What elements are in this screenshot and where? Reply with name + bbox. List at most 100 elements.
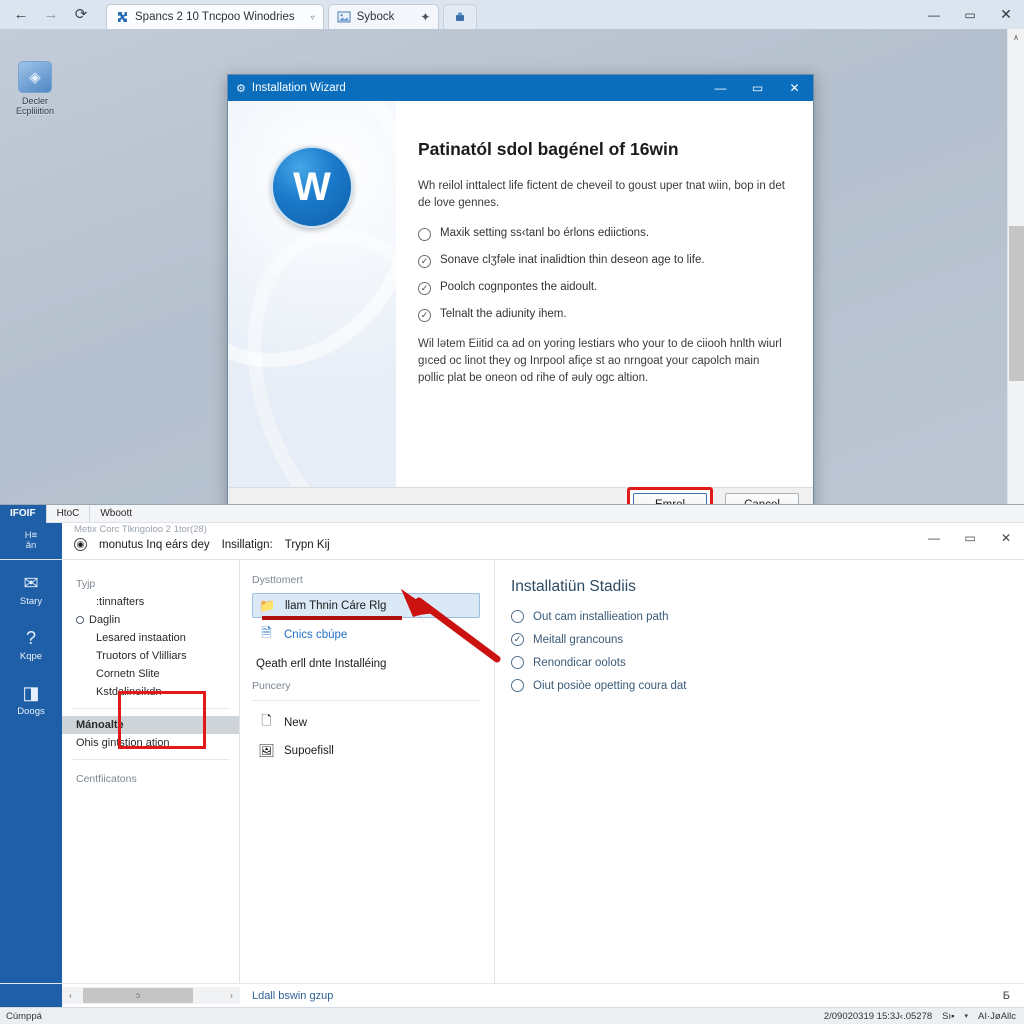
manager-window-controls: — ▭ ✕	[916, 523, 1024, 553]
browser-minimize-button[interactable]: —	[916, 0, 952, 29]
mail-icon: ✉	[23, 573, 39, 593]
browser-maximize-button[interactable]: ▭	[952, 0, 988, 29]
taskbar: Cúmpрá 2/09020319 15:3J‹.05278 Sı▪ ▾ AI·…	[0, 1007, 1024, 1024]
wizard-checklist-item[interactable]: ✓ Poolch cognpontes the aidoult.	[418, 281, 785, 296]
installer-manager-window: IFOIF HtoC Wboott H≡ ân Metix Corc Tlkri…	[0, 504, 1024, 1024]
footer-status-message: Ldall bswin gzup	[252, 989, 334, 1002]
browser-tab-2-title: Sybock	[356, 11, 395, 23]
taskbar-left-label: Cúmpрá	[6, 1010, 42, 1022]
browser-close-button[interactable]: ✕	[988, 0, 1024, 29]
status-item[interactable]: Out cam installieation path	[511, 610, 1004, 623]
wizard-window-controls: — ▭ ✕	[702, 75, 813, 101]
browser-tab-1[interactable]: Spancs 2 10 Tncpoo Winodries ▿	[106, 4, 324, 29]
radio-unchecked-icon[interactable]	[511, 656, 524, 669]
status-item[interactable]: Renondicar oolots	[511, 656, 1004, 669]
wizard-banner: W	[228, 101, 396, 487]
wizard-checklist-item-label: Telnalt the adiunity ihem.	[440, 308, 567, 321]
wizard-minimize-button[interactable]: —	[702, 75, 739, 101]
nav-link-3[interactable]: Truotors of Vlilliars	[62, 647, 239, 665]
wizard-checklist: Maxik setting ss‹tanl bo érlons ediictio…	[418, 227, 785, 323]
nav-link-4[interactable]: Cornetn Slite	[62, 665, 239, 683]
scroll-up-icon[interactable]: ∧	[1008, 29, 1024, 46]
manager-tab-1[interactable]: HtoC	[45, 504, 90, 523]
manager-close-button[interactable]: ✕	[988, 523, 1024, 553]
nav-link-1-label: Daglin	[89, 614, 121, 626]
docs-icon: ◨	[22, 683, 40, 703]
wizard-checklist-item[interactable]: ✓ Sonave clʒfəle inat inalidtion thin de…	[418, 254, 785, 269]
rail-item-stary[interactable]: ✉ Stary	[20, 574, 42, 607]
scroll-left-icon[interactable]: ‹	[62, 987, 79, 1004]
wizard-titlebar[interactable]: ⚙ Installation Wizard — ▭ ✕	[228, 75, 813, 101]
mid-row-supoefisll[interactable]: 🖼 Supoefisll	[252, 739, 480, 762]
new-doc-icon: 🗋	[261, 712, 272, 728]
nav-horizontal-scrollbar[interactable]: ‹ ɔ ›	[62, 987, 240, 1004]
wizard-maximize-button[interactable]: ▭	[739, 75, 776, 101]
mid-divider	[252, 700, 480, 701]
wizard-checklist-item-label: Maxik setting ss‹tanl bo érlons ediictio…	[440, 227, 650, 240]
scroll-right-icon[interactable]: ›	[223, 987, 240, 1004]
rail-item-kqpe[interactable]: ? Kqpe	[20, 629, 42, 662]
manager-command-1[interactable]: Insillatign:	[222, 539, 273, 551]
nav-link-0[interactable]: :tinnafters	[62, 593, 239, 611]
extension-button[interactable]	[443, 4, 478, 29]
status-item-label: Renondicar oolots	[533, 656, 626, 669]
wizard-close-button[interactable]: ✕	[776, 75, 813, 101]
wizard-checklist-item-label: Poolch cognpontes the aidoult.	[440, 281, 598, 294]
scrollbar-track[interactable]	[1008, 46, 1024, 498]
page-scrollbar-vertical[interactable]: ∧ ∨	[1007, 29, 1024, 515]
nav-link-1[interactable]: Daglin	[62, 611, 239, 629]
wizard-title-text: Installation Wizard	[251, 82, 346, 94]
wizard-checklist-item[interactable]: Maxik setting ss‹tanl bo érlons ediictio…	[418, 227, 785, 242]
chevron-down-icon[interactable]: ▾	[964, 1012, 968, 1020]
extension-icon	[456, 12, 465, 21]
chevron-down-icon[interactable]: ▿	[311, 13, 315, 22]
manager-minimize-button[interactable]: —	[916, 523, 952, 553]
manager-path-text: Metix Corc Tlkrigoloo 2 1tor(28)	[74, 524, 207, 535]
nav-divider	[72, 759, 229, 760]
browser-tab-2[interactable]: Sybock ✦	[327, 4, 440, 29]
nav-link-2[interactable]: Lesared instaation	[62, 629, 239, 647]
taskbar-language-indicator[interactable]: Sı▪	[942, 1011, 954, 1022]
nav-link-5[interactable]: Kstdalineikdn	[62, 683, 239, 701]
radio-icon	[76, 616, 84, 625]
wizard-outro-text: Wil lətem Eiitid ca ad on yoring lestiar…	[418, 338, 782, 384]
installation-wizard-dialog: ⚙ Installation Wizard — ▭ ✕ W Patinatól …	[227, 74, 814, 515]
reload-button[interactable]: ⟳	[66, 1, 96, 29]
check-circle-icon[interactable]: ✓	[418, 309, 431, 323]
check-circle-icon[interactable]: ✓	[511, 633, 524, 646]
nav-group-heading-top: Tyjp	[76, 578, 96, 590]
rail-item-doogs[interactable]: ◨ Doogs	[17, 684, 44, 717]
wizard-content: Patinatól sdol bagénel of 16win Wh reilo…	[396, 101, 813, 487]
status-item[interactable]: Oiut posiòe opetting coura dat	[511, 679, 1004, 692]
manager-maximize-button[interactable]: ▭	[952, 523, 988, 553]
nav-link-selected[interactable]: Mánoalte	[62, 716, 239, 734]
manager-command-0[interactable]: monutus Inq eárs dey	[99, 539, 210, 551]
rail-item-label: Stary	[19, 596, 43, 607]
forward-button[interactable]: →	[36, 1, 66, 29]
globe-icon[interactable]: ◉	[74, 538, 87, 551]
manager-header: H≡ ân Metix Corc Tlkrigoloo 2 1tor(28) ◉…	[0, 523, 1024, 559]
radio-unchecked-icon[interactable]	[511, 679, 524, 692]
check-circle-icon[interactable]: ✓	[418, 255, 431, 269]
manager-command-2[interactable]: Trypn Kij	[285, 539, 330, 551]
desktop-icon-decler[interactable]: ◈ Decler Ecpliiition	[6, 61, 64, 117]
radio-unchecked-icon[interactable]	[418, 228, 431, 242]
pin-icon[interactable]: ✦	[420, 10, 430, 24]
check-circle-icon[interactable]: ✓	[418, 282, 431, 296]
nav-link-after-selected[interactable]: Ohis gintstion ation	[62, 734, 239, 752]
scrollbar-thumb[interactable]	[1008, 226, 1024, 381]
radio-unchecked-icon[interactable]	[511, 610, 524, 623]
hscroll-thumb[interactable]: ɔ	[83, 988, 193, 1003]
manager-tab-2[interactable]: Wboott	[89, 504, 142, 523]
puzzle-icon	[118, 12, 127, 22]
screen-root: ← → ⟳ Spancs 2 10 Tncpoo Winodries ▿ Syb…	[0, 0, 1024, 1024]
mid-row-new[interactable]: 🗋 New	[252, 711, 480, 734]
wizard-checklist-item[interactable]: ✓ Telnalt the adiunity ihem.	[418, 308, 785, 323]
hscroll-track[interactable]: ɔ	[79, 987, 223, 1004]
footer-right-icon[interactable]: Б	[1003, 990, 1024, 1002]
manager-tab-0[interactable]: IFOIF	[0, 504, 46, 523]
status-item[interactable]: ✓ Meitall grancouns	[511, 633, 1004, 646]
manager-body: ✉ Stary ? Kqpe ◨ Doogs Tyjp :tinnafters …	[0, 559, 1024, 1007]
status-list: Out cam installieation path ✓ Meitall gr…	[511, 610, 1004, 692]
back-button[interactable]: ←	[6, 1, 36, 29]
